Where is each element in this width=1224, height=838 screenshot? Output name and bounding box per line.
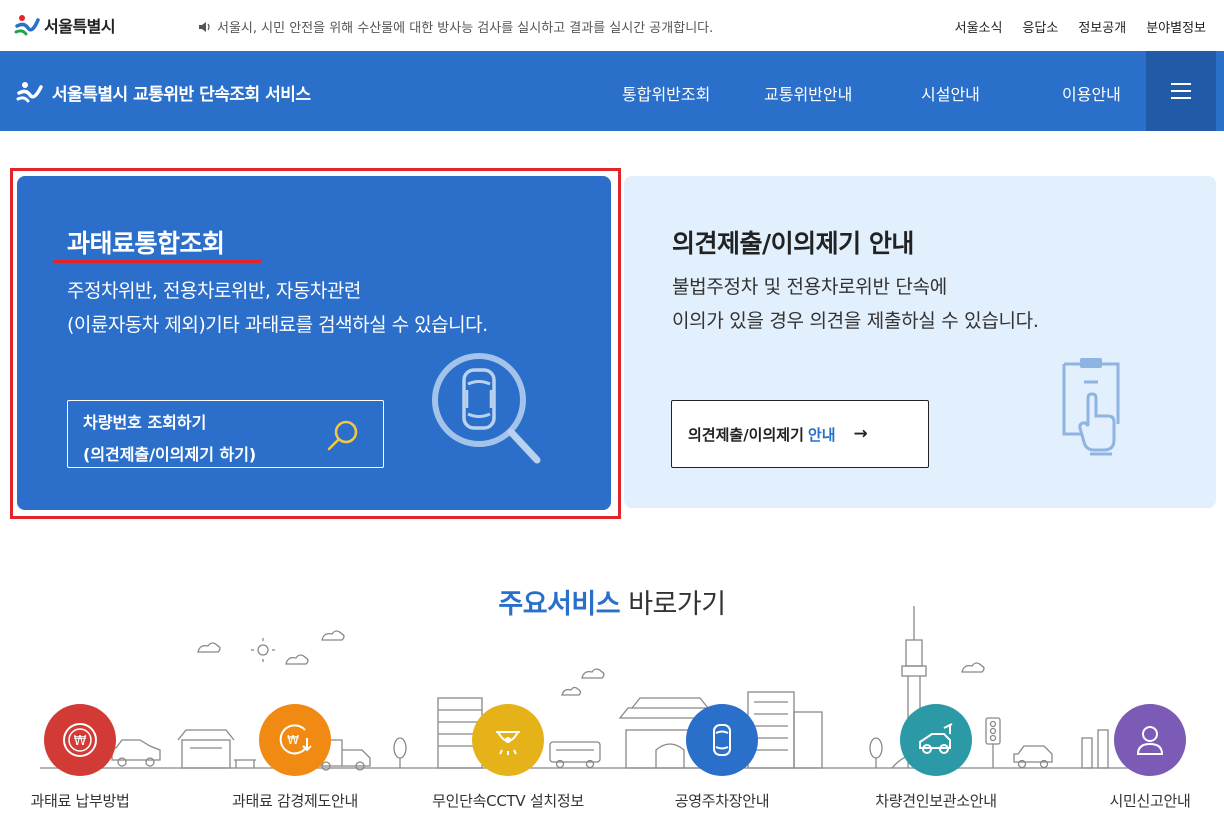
hamburger-line [1171, 97, 1191, 99]
desc-line: 불법주정차 및 전용차로위반 단속에 [672, 276, 947, 298]
nav-facility-guide[interactable]: 시설안내 [921, 81, 980, 105]
hamburger-menu-button[interactable] [1146, 51, 1216, 131]
objection-guide-title: 의견제출/이의제기 안내 [672, 229, 914, 258]
desc-line: 주정차위반, 전용차로위반, 자동차관련 [67, 280, 361, 302]
hamburger-line [1171, 83, 1191, 85]
objection-guide-button[interactable]: 의견제출/이의제기 안내 → [671, 400, 929, 468]
main-navbar: 서울특별시 교통위반 단속조회 서비스 통합위반조회 교통위반안내 시설안내 이… [0, 51, 1224, 131]
seoul-logo-icon [14, 15, 40, 36]
nav-violation-guide[interactable]: 교통위반안내 [764, 81, 852, 105]
car-magnifier-icon [432, 353, 541, 464]
fine-payment-button[interactable]: ₩ [44, 704, 116, 776]
clipboard-hand-icon [1062, 358, 1120, 456]
won-discount-icon: ₩ [279, 724, 312, 755]
util-link-info-disclosure[interactable]: 정보공개 [1078, 17, 1126, 36]
fine-lookup-title: 과태료통합조회 [67, 229, 225, 258]
nav-menu: 통합위반조회 교통위반안내 시설안내 이용안내 [0, 81, 1224, 104]
service-label-towing-lot[interactable]: 차량견인보관소안내 [875, 790, 997, 811]
citizen-report-button[interactable] [1114, 704, 1186, 776]
cctv-info-button[interactable] [472, 704, 544, 776]
top-utility-bar: 서울특별시 서울시, 시민 안전을 위해 수산물에 대한 방사능 검사를 실시하… [0, 0, 1224, 51]
won-coin-icon: ₩ [63, 723, 97, 757]
button-label: 의견제출/이의제기 [688, 425, 804, 444]
service-label-citizen-report[interactable]: 시민신고안내 [1109, 790, 1190, 811]
notice-banner[interactable]: 서울시, 시민 안전을 위해 수산물에 대한 방사능 검사를 실시하고 결과를 … [198, 17, 713, 36]
person-icon [1136, 726, 1164, 755]
fine-lookup-card: 과태료통합조회 주정차위반, 전용차로위반, 자동차관련 (이륜자동차 제외)기… [17, 176, 611, 510]
cctv-icon [496, 731, 520, 755]
button-label: 차량번호 조회하기 [83, 413, 207, 432]
hamburger-line [1171, 90, 1191, 92]
objection-guide-description: 불법주정차 및 전용차로위반 단속에 이의가 있을 경우 의견을 제출하실 수 … [672, 270, 1039, 338]
service-label-fine-payment[interactable]: 과태료 납부방법 [31, 790, 130, 811]
button-sublabel: (의견제출/이의제기 하기) [83, 445, 257, 464]
vehicle-number-lookup-button[interactable]: 차량번호 조회하기 (의견제출/이의제기 하기) [67, 400, 384, 468]
public-parking-button[interactable] [686, 704, 758, 776]
svg-text:₩: ₩ [287, 733, 299, 747]
search-icon [327, 420, 358, 451]
title-underline [53, 260, 261, 263]
utility-links: 서울소식 응답소 정보공개 분야별정보 [955, 17, 1206, 36]
util-link-eungdapso[interactable]: 응답소 [1022, 17, 1058, 36]
notice-text: 서울시, 시민 안전을 위해 수산물에 대한 방사능 검사를 실시하고 결과를 … [217, 21, 714, 36]
tow-truck-icon [919, 723, 953, 754]
towing-lot-button[interactable] [900, 704, 972, 776]
desc-line: 이의가 있을 경우 의견을 제출하실 수 있습니다. [672, 310, 1039, 332]
service-label-public-parking[interactable]: 공영주차장안내 [675, 790, 770, 811]
service-label-cctv-info[interactable]: 무인단속CCTV 설치정보 [432, 790, 584, 811]
nav-integrated-lookup[interactable]: 통합위반조회 [622, 81, 710, 105]
seoul-logo[interactable]: 서울특별시 [14, 12, 116, 38]
nav-usage-guide[interactable]: 이용안내 [1062, 81, 1121, 105]
arrow-right-icon: → [853, 424, 868, 444]
fine-lookup-description: 주정차위반, 전용차로위반, 자동차관련 (이륜자동차 제외)기타 과태료를 검… [67, 274, 488, 342]
util-link-seoul-news[interactable]: 서울소식 [955, 17, 1003, 36]
util-link-field-info[interactable]: 분야별정보 [1146, 17, 1206, 36]
service-label-fine-reduction[interactable]: 과태료 감경제도안내 [232, 790, 358, 811]
seoul-logo-text: 서울특별시 [44, 17, 116, 36]
car-top-icon [713, 724, 731, 756]
desc-line: (이륜자동차 제외)기타 과태료를 검색하실 수 있습니다. [67, 314, 488, 336]
svg-text:₩: ₩ [74, 734, 87, 749]
speaker-icon [199, 21, 210, 32]
objection-guide-card: 의견제출/이의제기 안내 불법주정차 및 전용차로위반 단속에 이의가 있을 경… [624, 176, 1216, 508]
city-skyline-illustration [40, 606, 1160, 771]
button-label-accent: 안내 [807, 425, 836, 444]
fine-reduction-button[interactable]: ₩ [259, 704, 331, 776]
